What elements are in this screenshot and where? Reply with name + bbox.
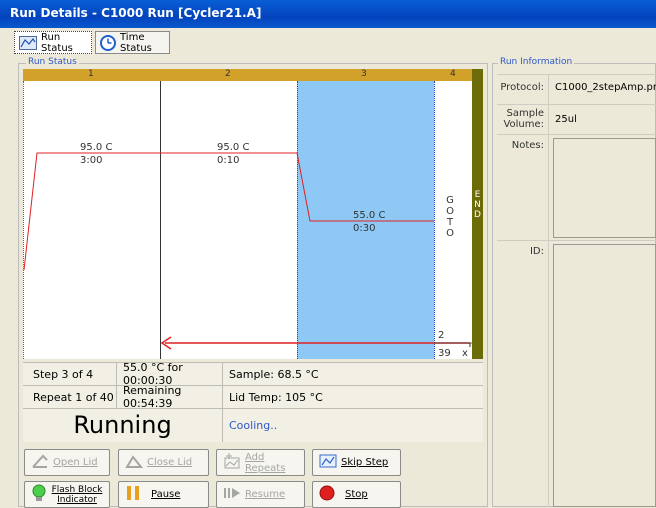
step3-time: 0:30 xyxy=(353,223,376,234)
remaining-time: Remaining 00:54:39 xyxy=(123,384,182,410)
step3-temp: 55.0 C xyxy=(353,210,386,221)
add-repeats-button[interactable]: Add Repeats xyxy=(216,449,305,476)
step1-time: 3:00 xyxy=(80,155,103,166)
stop-icon xyxy=(319,485,335,504)
step2-temp: 95.0 C xyxy=(217,142,250,153)
flash-block-indicator-button[interactable]: Flash Block Indicator xyxy=(24,481,110,508)
notes-field[interactable] xyxy=(553,138,656,238)
pause-button[interactable]: Pause xyxy=(118,481,209,508)
step1-temp: 95.0 C xyxy=(80,142,113,153)
step2-time: 0:10 xyxy=(217,155,240,166)
id-label: ID: xyxy=(529,246,544,257)
pause-icon xyxy=(125,485,141,504)
goto-repeat-x: x xyxy=(462,348,468,359)
goto-repeats: 39 xyxy=(438,348,451,359)
end-label: END xyxy=(474,190,481,220)
skip-step-icon xyxy=(319,453,337,472)
sample-volume-value: 25ul xyxy=(555,114,577,125)
id-field[interactable] xyxy=(553,244,656,507)
notes-label: Notes: xyxy=(511,140,544,151)
step-info: Step 3 of 4 xyxy=(33,367,94,381)
sample-temp: Sample: 68.5 °C xyxy=(229,367,319,381)
close-lid-button[interactable]: Close Lid xyxy=(118,449,209,476)
resume-button[interactable]: Resume xyxy=(216,481,305,508)
repeat-info: Repeat 1 of 40 xyxy=(33,390,114,404)
stop-button[interactable]: Stop xyxy=(312,481,401,508)
run-state: Running xyxy=(73,411,172,439)
goto-step: 2 xyxy=(438,330,445,341)
lid-temp: Lid Temp: 105 °C xyxy=(229,390,323,404)
add-repeats-icon xyxy=(223,453,241,472)
goto-label: GOTO xyxy=(446,195,454,239)
protocol-label: Protocol: xyxy=(500,82,544,93)
lid-icon xyxy=(125,454,144,471)
run-information-group-label: Run Information xyxy=(498,57,575,67)
lid-icon xyxy=(31,454,49,471)
skip-step-button[interactable]: Skip Step xyxy=(312,449,401,476)
lightbulb-icon xyxy=(31,484,47,505)
open-lid-button[interactable]: Open Lid xyxy=(24,449,110,476)
sample-volume-label: Sample Volume: xyxy=(503,108,544,130)
resume-icon xyxy=(223,485,241,504)
run-substate: Cooling.. xyxy=(229,418,278,432)
step-detail: 55.0 °C for 00:00:30 xyxy=(123,361,183,387)
protocol-value: C1000_2stepAmp.prcl xyxy=(555,82,656,93)
